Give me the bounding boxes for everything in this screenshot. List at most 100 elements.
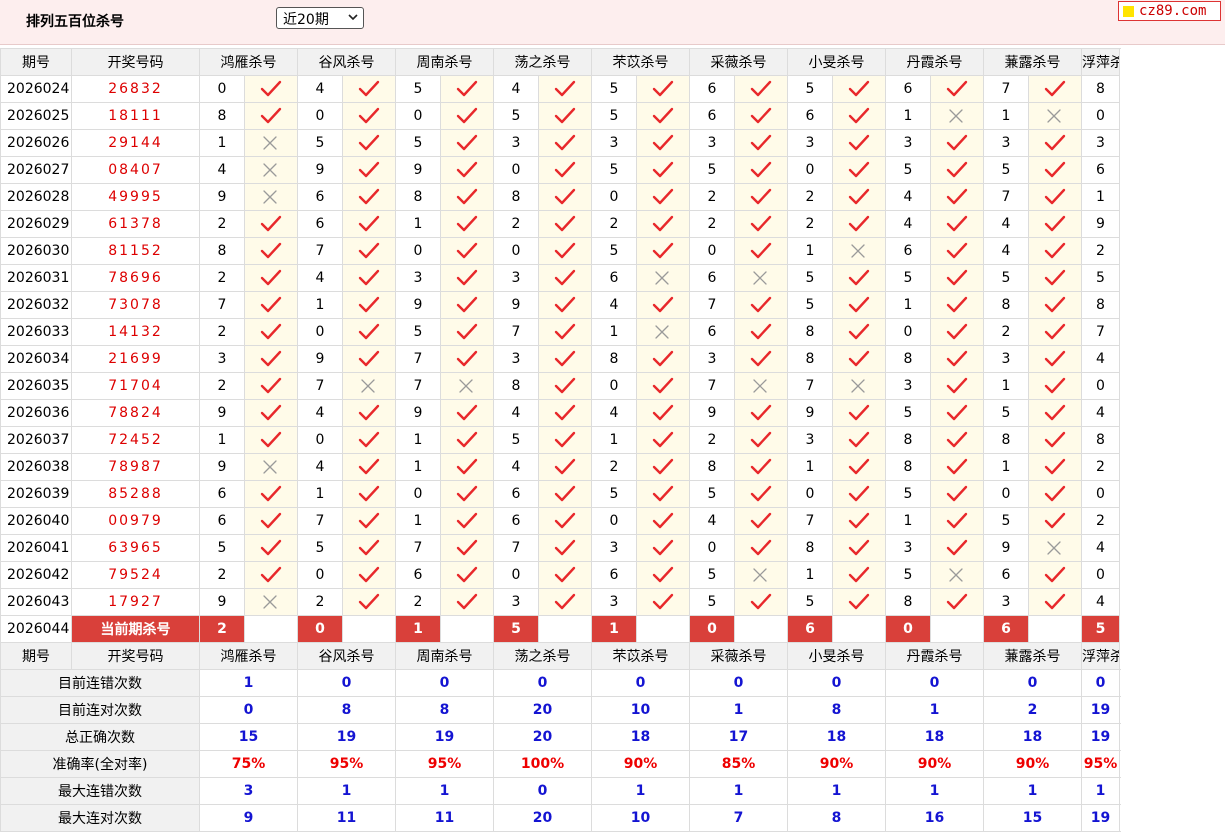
result-mark: [930, 399, 984, 427]
kill-number: 4: [1081, 588, 1120, 616]
kill-number: 6: [689, 75, 735, 103]
result-mark: [930, 183, 984, 211]
result-mark: [734, 561, 788, 589]
cross-icon: [263, 136, 277, 150]
check-icon: [652, 242, 674, 259]
check-icon: [260, 107, 282, 124]
kill-number: 0: [493, 156, 539, 184]
kill-number: 5: [983, 156, 1029, 184]
kill-number: 7: [689, 372, 735, 400]
check-icon: [554, 566, 576, 583]
kill-number: 5: [885, 264, 931, 292]
result-mark: [930, 345, 984, 373]
result-mark: [930, 534, 984, 562]
stat-value: 19: [1081, 723, 1120, 751]
check-icon: [750, 134, 772, 151]
stat-value: 0: [591, 669, 690, 697]
stat-value: 95%: [1081, 750, 1120, 778]
stat-value: 1: [885, 696, 984, 724]
check-icon: [358, 431, 380, 448]
result-mark: [930, 507, 984, 535]
kill-number: 0: [689, 534, 735, 562]
issue-cell: 2026042: [0, 561, 72, 589]
draw-number: 29144: [71, 129, 200, 157]
kill-number: 9: [1081, 210, 1120, 238]
kill-number: 6: [493, 480, 539, 508]
result-mark: [636, 372, 690, 400]
stat-value: 18: [885, 723, 984, 751]
kill-number: 6: [199, 507, 245, 535]
result-mark: [1028, 372, 1082, 400]
result-mark: [342, 210, 396, 238]
result-mark: [832, 156, 886, 184]
issue-cell: 2026044: [0, 615, 72, 643]
stat-value: 1: [885, 777, 984, 805]
kill-number: 9: [297, 156, 343, 184]
check-icon: [946, 512, 968, 529]
check-icon: [848, 296, 870, 313]
header-expert: 丹霞杀号: [885, 642, 984, 670]
kill-number: 5: [591, 480, 637, 508]
current-kill-number: 0: [689, 615, 735, 643]
empty-cell: [244, 615, 298, 643]
kill-number: 5: [689, 480, 735, 508]
check-icon: [946, 431, 968, 448]
result-mark: [832, 210, 886, 238]
check-icon: [1044, 593, 1066, 610]
kill-number: 8: [1081, 291, 1120, 319]
check-icon: [1044, 566, 1066, 583]
kill-number: 4: [983, 237, 1029, 265]
result-mark: [538, 75, 592, 103]
cross-icon: [263, 163, 277, 177]
check-icon: [652, 485, 674, 502]
check-icon: [456, 593, 478, 610]
kill-number: 1: [395, 453, 441, 481]
check-icon: [554, 593, 576, 610]
kill-number: 6: [885, 75, 931, 103]
result-mark: [1028, 210, 1082, 238]
kill-number: 2: [689, 210, 735, 238]
stats-row: 总正确次数151919201817181818197: [0, 723, 1120, 751]
result-mark: [440, 102, 494, 130]
check-icon: [848, 512, 870, 529]
result-mark: [1028, 534, 1082, 562]
check-icon: [358, 161, 380, 178]
kill-number: 5: [297, 129, 343, 157]
kill-number: 5: [493, 426, 539, 454]
kill-number: 1: [395, 507, 441, 535]
check-icon: [260, 269, 282, 286]
result-mark: [440, 534, 494, 562]
result-mark: [734, 453, 788, 481]
result-mark: [930, 129, 984, 157]
kill-number: 1: [591, 318, 637, 346]
stat-value: 15: [983, 804, 1082, 832]
check-icon: [750, 593, 772, 610]
stat-value: 8: [395, 696, 494, 724]
check-icon: [848, 539, 870, 556]
check-icon: [260, 377, 282, 394]
kill-number: 9: [689, 399, 735, 427]
stat-value: 20: [493, 723, 592, 751]
kill-number: 0: [493, 237, 539, 265]
check-icon: [1044, 350, 1066, 367]
kill-number: 7: [493, 318, 539, 346]
period-select[interactable]: 近20期: [276, 7, 364, 29]
result-mark: [342, 291, 396, 319]
check-icon: [750, 350, 772, 367]
result-mark: [832, 534, 886, 562]
stat-label: 总正确次数: [0, 723, 200, 751]
check-icon: [554, 215, 576, 232]
check-icon: [554, 485, 576, 502]
check-icon: [946, 188, 968, 205]
result-mark: [538, 156, 592, 184]
kill-number: 0: [1081, 372, 1120, 400]
check-icon: [554, 404, 576, 421]
check-icon: [946, 269, 968, 286]
empty-cell: [930, 615, 984, 643]
check-icon: [554, 188, 576, 205]
header-issue: 期号: [0, 48, 72, 76]
result-mark: [440, 156, 494, 184]
site-logo-link[interactable]: cz89.com: [1118, 1, 1221, 21]
draw-number: 78987: [71, 453, 200, 481]
result-mark: [440, 291, 494, 319]
